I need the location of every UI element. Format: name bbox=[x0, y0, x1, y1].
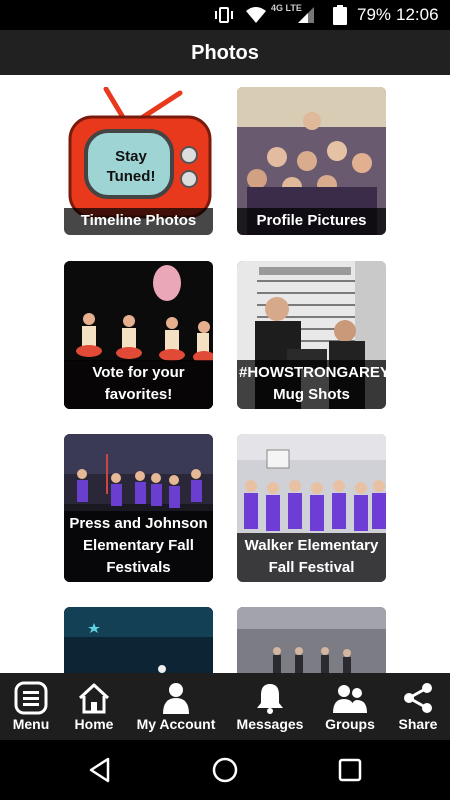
tab-label: Home bbox=[74, 716, 114, 732]
tab-groups[interactable]: Groups bbox=[318, 673, 382, 740]
home-icon bbox=[78, 683, 110, 714]
album-tile-timeline-photos[interactable]: Stay Tuned! Timeline Photos bbox=[64, 87, 213, 235]
back-icon[interactable] bbox=[86, 756, 114, 784]
album-caption: Profile Pictures bbox=[237, 208, 386, 235]
album-caption: Vote for your favorites! bbox=[64, 360, 213, 409]
album-grid[interactable]: Stay Tuned! Timeline Photos Profile Pictu… bbox=[0, 75, 450, 673]
bottom-tab-bar: Menu Home My Account Messages Groups Sha… bbox=[0, 673, 450, 740]
album-tile-press-johnson[interactable]: Press and Johnson Elementary Fall Festiv… bbox=[64, 434, 213, 582]
tab-label: My Account bbox=[136, 716, 216, 732]
album-tile-walker-elementary[interactable]: Walker Elementary Fall Festival bbox=[237, 434, 386, 582]
system-nav-bar bbox=[0, 740, 450, 800]
share-icon bbox=[404, 683, 432, 713]
app-bar: Photos bbox=[0, 30, 450, 75]
album-tile-vote-favorites[interactable]: Vote for your favorites! bbox=[64, 261, 213, 409]
tab-home[interactable]: Home bbox=[64, 673, 124, 740]
album-caption: Press and Johnson Elementary Fall Festiv… bbox=[64, 511, 213, 582]
signal-icon bbox=[298, 7, 314, 23]
underwater-stage-photo bbox=[64, 607, 213, 673]
album-tile-profile-pictures[interactable]: Profile Pictures bbox=[237, 87, 386, 235]
status-bar: 4G LTE 79% 12:06 bbox=[0, 0, 450, 30]
tab-messages[interactable]: Messages bbox=[230, 673, 310, 740]
tab-menu[interactable]: Menu bbox=[0, 673, 62, 740]
recent-apps-icon[interactable] bbox=[336, 756, 364, 784]
tab-share[interactable]: Share bbox=[390, 673, 446, 740]
menu-icon bbox=[14, 681, 48, 715]
wifi-icon bbox=[246, 7, 266, 23]
tab-label: Messages bbox=[236, 716, 304, 732]
album-tile-studio-dancers[interactable] bbox=[237, 607, 386, 673]
tab-label: Share bbox=[398, 716, 438, 732]
bell-icon bbox=[257, 684, 283, 714]
battery-percent: 79% bbox=[357, 5, 392, 24]
clock: 12:06 bbox=[396, 5, 439, 24]
album-caption: #HOWSTRONGAREYO Mug Shots bbox=[237, 360, 386, 409]
battery-icon bbox=[333, 5, 347, 25]
album-tile-underwater-stage[interactable] bbox=[64, 607, 213, 673]
tab-label: Menu bbox=[12, 716, 50, 732]
groups-icon bbox=[333, 685, 367, 713]
account-icon bbox=[163, 683, 189, 714]
tab-my-account[interactable]: My Account bbox=[130, 673, 222, 740]
studio-dancers-photo bbox=[237, 607, 386, 673]
page-title: Photos bbox=[191, 42, 259, 64]
vibrate-icon bbox=[215, 7, 233, 23]
album-tile-mug-shots[interactable]: #HOWSTRONGAREYO Mug Shots bbox=[237, 261, 386, 409]
home-circle-icon[interactable] bbox=[211, 756, 239, 784]
tab-label: Groups bbox=[325, 716, 375, 732]
album-caption: Timeline Photos bbox=[64, 208, 213, 235]
album-caption: Walker Elementary Fall Festival bbox=[237, 533, 386, 582]
